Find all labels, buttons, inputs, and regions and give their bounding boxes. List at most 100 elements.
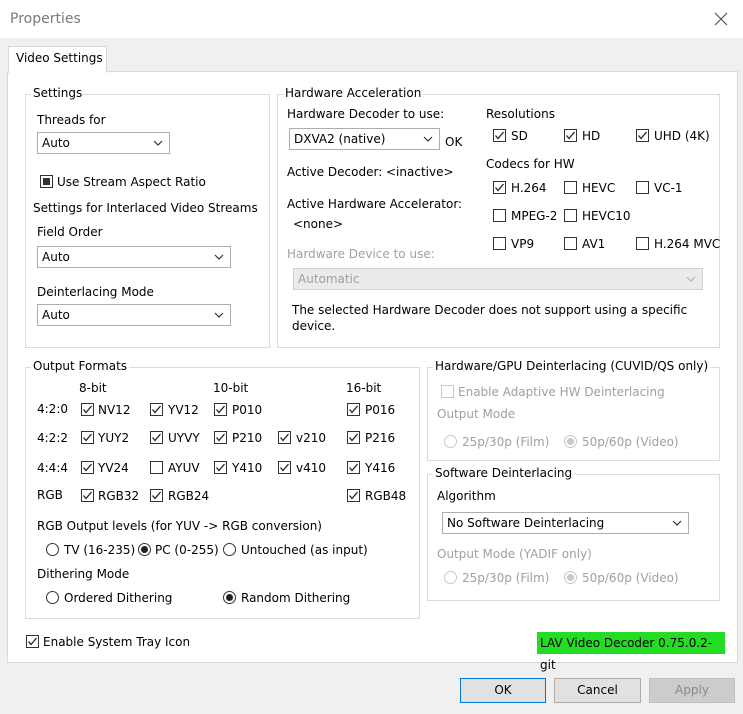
check-icon (349, 405, 358, 414)
codec-vc1-checkbox[interactable] (636, 181, 649, 194)
fmt-p010-checkbox[interactable] (214, 403, 227, 416)
hw-adaptive-checkbox[interactable] (441, 385, 454, 398)
col-16bit: 16-bit (346, 381, 382, 395)
chevron-down-icon (214, 254, 224, 260)
fmt-v410-checkbox[interactable] (278, 461, 291, 474)
codec-hevc-checkbox[interactable] (564, 181, 577, 194)
check-icon (495, 131, 504, 140)
hw-adaptive-label: Enable Adaptive HW Deinterlacing (458, 385, 665, 399)
res-sd-checkbox[interactable] (493, 129, 506, 142)
check-icon (83, 463, 92, 472)
fmt-p010-label: P010 (232, 403, 263, 417)
fmt-yv12-checkbox[interactable] (150, 403, 163, 416)
hwdeint-legend: Hardware/GPU Deinterlacing (CUVID/QS onl… (433, 359, 711, 373)
hw-mode-video-label: 50p/60p (Video) (582, 435, 679, 449)
fmt-p016-checkbox[interactable] (347, 403, 360, 416)
fmt-rgb24-label: RGB24 (168, 489, 210, 503)
check-icon (638, 131, 647, 140)
codec-mpeg2-checkbox[interactable] (493, 209, 506, 222)
fmt-v210-checkbox[interactable] (278, 431, 291, 444)
fmt-yv24-checkbox[interactable] (81, 461, 94, 474)
fmt-yuy2-label: YUY2 (98, 431, 130, 445)
fmt-ayuv-checkbox[interactable] (150, 461, 163, 474)
codec-vp9-label: VP9 (511, 237, 535, 251)
codec-av1-checkbox[interactable] (564, 237, 577, 250)
threads-label: Threads for (37, 113, 106, 127)
tray-checkbox[interactable] (26, 635, 39, 648)
fmt-nv12-checkbox[interactable] (81, 403, 94, 416)
check-icon (495, 183, 504, 192)
active-accel-value: <none> (293, 217, 344, 231)
codec-h264-checkbox[interactable] (493, 181, 506, 194)
check-icon (83, 491, 92, 500)
check-icon (216, 405, 225, 414)
fmt-yv24-label: YV24 (98, 461, 129, 475)
cancel-button[interactable]: Cancel (554, 678, 641, 703)
codec-hevc-label: HEVC (582, 181, 616, 195)
dither-label: Dithering Mode (37, 567, 130, 581)
fmt-p210-checkbox[interactable] (214, 431, 227, 444)
sw-mode-video-radio[interactable] (564, 571, 577, 584)
dither-ordered-radio[interactable] (46, 591, 59, 604)
fmt-rgb32-label: RGB32 (98, 489, 140, 503)
fmt-y410-label: Y410 (232, 461, 263, 475)
fmt-rgb32-checkbox[interactable] (81, 489, 94, 502)
codec-h264mvc-checkbox[interactable] (636, 237, 649, 250)
res-sd-label: SD (511, 129, 528, 143)
deint-mode-select[interactable]: Auto (37, 304, 231, 326)
hw-device-note-1: The selected Hardware Decoder does not s… (292, 303, 688, 317)
fmt-yuy2-checkbox[interactable] (81, 431, 94, 444)
use-aspect-checkbox[interactable] (40, 175, 53, 188)
hw-mode-video-radio[interactable] (564, 435, 577, 448)
check-icon (280, 433, 289, 442)
level-tv-radio[interactable] (46, 543, 59, 556)
active-decoder-label: Active Decoder: (287, 165, 383, 179)
fmt-uyvy-checkbox[interactable] (150, 431, 163, 444)
fmt-rgb24-checkbox[interactable] (150, 489, 163, 502)
close-icon[interactable] (711, 9, 731, 29)
level-pc-radio[interactable] (138, 543, 151, 556)
fmt-p216-checkbox[interactable] (347, 431, 360, 444)
row-444: 4:4:4 (37, 461, 68, 475)
fmt-p210-label: P210 (232, 431, 263, 445)
codec-h264-label: H.264 (511, 181, 547, 195)
res-hd-checkbox[interactable] (564, 129, 577, 142)
hw-decoder-select[interactable]: DXVA2 (native) (289, 128, 440, 150)
level-pc-label: PC (0-255) (155, 543, 219, 557)
fmt-v410-label: v410 (296, 461, 327, 475)
threads-select[interactable]: Auto (37, 132, 170, 154)
hw-device-select[interactable]: Automatic (293, 268, 703, 290)
res-uhd-checkbox[interactable] (636, 129, 649, 142)
row-rgb: RGB (37, 488, 63, 502)
check-icon (349, 463, 358, 472)
res-hd-label: HD (582, 129, 601, 143)
fmt-y410-checkbox[interactable] (214, 461, 227, 474)
algorithm-value: No Software Deinterlacing (447, 516, 605, 530)
title-bar: Properties (0, 0, 743, 38)
codec-hevc10-checkbox[interactable] (564, 209, 577, 222)
sw-mode-film-radio[interactable] (444, 571, 457, 584)
field-order-select[interactable]: Auto (37, 246, 231, 268)
ok-button[interactable]: OK (460, 678, 546, 703)
hw-mode-film-label: 25p/30p (Film) (462, 435, 550, 449)
hw-mode-film-radio[interactable] (444, 435, 457, 448)
chevron-down-icon (423, 136, 433, 142)
fmt-y416-checkbox[interactable] (347, 461, 360, 474)
sw-output-mode-label: Output Mode (YADIF only) (437, 547, 592, 561)
codec-av1-label: AV1 (582, 237, 606, 251)
chevron-down-icon (672, 520, 682, 526)
chevron-down-icon (686, 276, 696, 282)
fmt-rgb48-checkbox[interactable] (347, 489, 360, 502)
tab-video-settings[interactable]: Video Settings (8, 46, 107, 73)
codec-vp9-checkbox[interactable] (493, 237, 506, 250)
apply-button[interactable]: Apply (649, 678, 735, 703)
codec-hevc10-label: HEVC10 (582, 209, 631, 223)
fmt-yv12-label: YV12 (168, 403, 199, 417)
codec-mpeg2-label: MPEG-2 (511, 209, 558, 223)
col-8bit: 8-bit (79, 381, 107, 395)
res-uhd-label: UHD (4K) (654, 129, 710, 143)
algorithm-select[interactable]: No Software Deinterlacing (442, 512, 689, 534)
active-accel-label: Active Hardware Accelerator: (287, 197, 463, 211)
level-untouched-radio[interactable] (223, 543, 236, 556)
dither-random-radio[interactable] (223, 591, 236, 604)
